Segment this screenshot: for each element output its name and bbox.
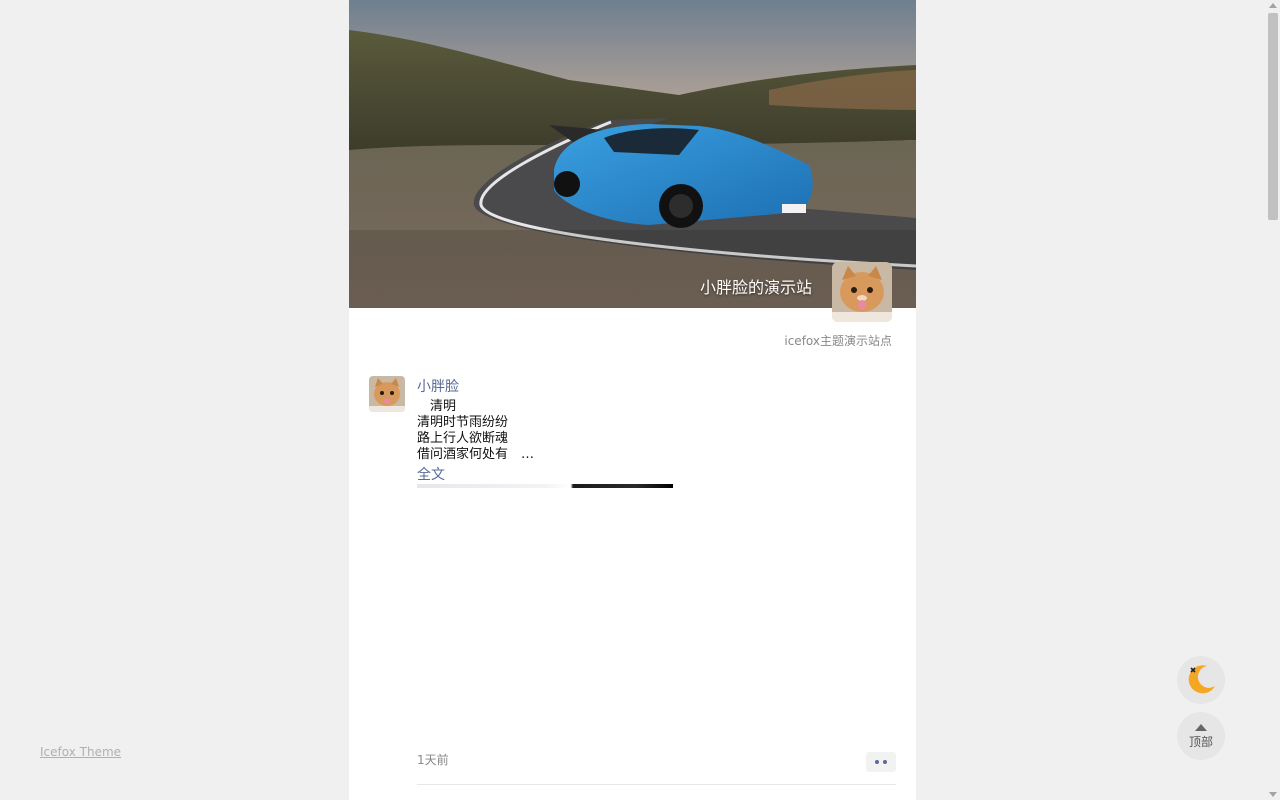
cover-image (349, 0, 916, 308)
post-footer: 1天前 (417, 752, 896, 772)
site-description: icefox主题演示站点 (784, 334, 892, 348)
scroll-down-arrow-icon[interactable] (1269, 792, 1277, 797)
post-content-line: 清明时节雨纷纷 (417, 415, 509, 430)
full-text-link[interactable]: 全文 (417, 467, 445, 483)
post-body: 小胖脸 清明 清明时节雨纷纷 路上行人欲断魂 借问酒家何处有 … 全文 (417, 376, 896, 488)
dark-mode-toggle-button[interactable] (1177, 656, 1225, 704)
more-dots-icon (875, 760, 879, 764)
scrollbar-thumb[interactable] (1268, 13, 1278, 220)
post-content-line: 清明 (417, 399, 457, 414)
site-avatar[interactable] (832, 262, 892, 322)
more-dots-icon (883, 760, 887, 764)
arrow-up-icon (1195, 724, 1207, 731)
post-time: 1天前 (417, 753, 449, 767)
post-divider (417, 784, 896, 785)
post-content-line: 路上行人欲断魂 (417, 431, 509, 446)
more-actions-button[interactable] (866, 752, 896, 772)
page-column: 小胖脸的演示站 icefox主题演示站点 小胖脸 清明 清明时节雨纷纷 路上行人… (349, 0, 916, 800)
post-author-avatar[interactable] (369, 376, 405, 412)
back-to-top-button[interactable]: 顶部 (1177, 712, 1225, 760)
back-to-top-label: 顶部 (1188, 735, 1213, 749)
post-media-image[interactable] (417, 484, 673, 488)
moon-icon (1188, 665, 1215, 694)
site-title: 小胖脸的演示站 (699, 278, 812, 297)
theme-footer-link[interactable]: Icefox Theme (40, 744, 121, 760)
page-scrollbar[interactable] (1266, 0, 1280, 800)
post-author-name[interactable]: 小胖脸 (417, 379, 459, 395)
scroll-up-arrow-icon[interactable] (1269, 3, 1277, 8)
post-content: 清明 清明时节雨纷纷 路上行人欲断魂 借问酒家何处有 … (417, 399, 896, 463)
post-content-line: 借问酒家何处有 … (417, 447, 535, 462)
